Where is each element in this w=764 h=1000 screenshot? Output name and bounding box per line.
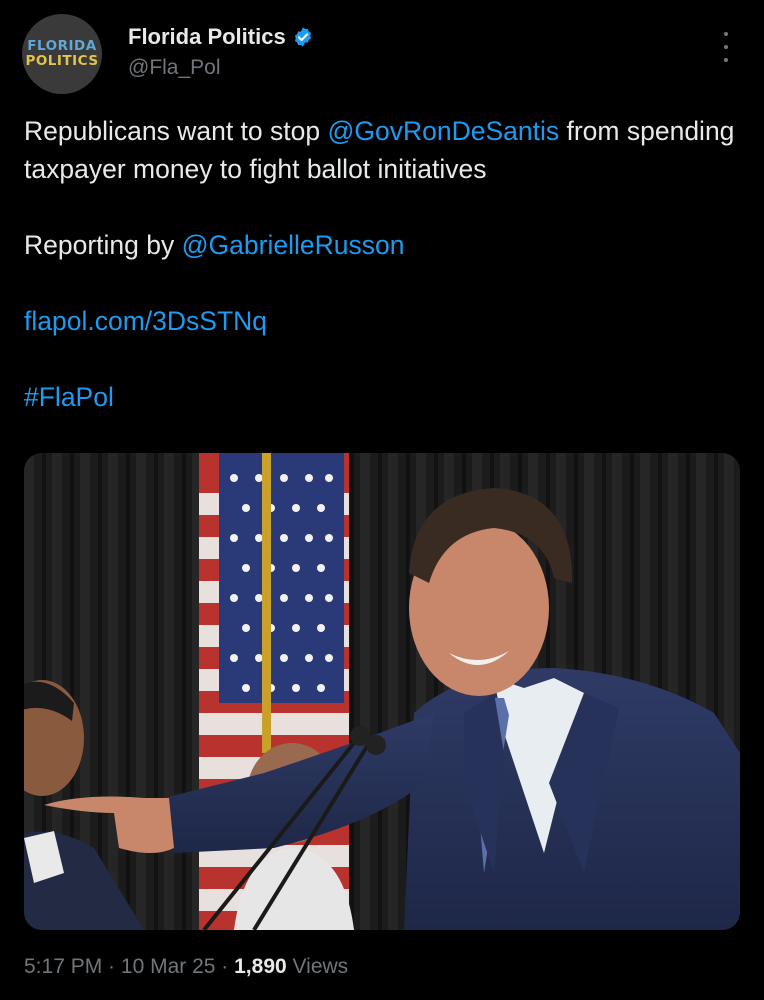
tweet-paragraph-reporting: Reporting by @GabrielleRusson: [24, 226, 740, 264]
photo-illustration: [24, 453, 740, 930]
verified-badge-icon: [292, 26, 314, 48]
author-display-name[interactable]: Florida Politics: [128, 24, 286, 50]
tweet-date[interactable]: 10 Mar 25: [121, 955, 216, 978]
views-label: Views: [286, 955, 349, 978]
tweet-text-part1: Republicans want to stop: [24, 116, 328, 146]
tweet-paragraph-hashtag: #FlaPol: [24, 378, 740, 416]
views-count: 1,890: [234, 955, 287, 978]
hashtag-link[interactable]: #FlaPol: [24, 382, 114, 412]
tweet-meta: 5:17 PM · 10 Mar 25 · 1,890 Views: [24, 955, 348, 979]
tweet-paragraph-link: flapol.com/3DsSTNq: [24, 302, 740, 340]
article-link[interactable]: flapol.com/3DsSTNq: [24, 306, 267, 336]
tweet-time[interactable]: 5:17 PM: [24, 955, 102, 978]
author-handle[interactable]: @Fla_Pol: [128, 56, 221, 80]
tweet-text: Republicans want to stop @GovRonDeSantis…: [24, 112, 740, 416]
reporting-prefix: Reporting by: [24, 230, 182, 260]
meta-separator-2: ·: [215, 955, 235, 978]
author-name-row: Florida Politics: [128, 24, 314, 50]
meta-separator-1: ·: [102, 955, 121, 978]
more-options-icon[interactable]: [714, 32, 738, 62]
tweet-photo[interactable]: [24, 453, 740, 930]
mention-governor-link[interactable]: @GovRonDeSantis: [327, 116, 559, 146]
avatar-logo-line2: POLITICS: [25, 53, 99, 69]
mention-reporter-link[interactable]: @GabrielleRusson: [182, 230, 405, 260]
tweet-paragraph-main: Republicans want to stop @GovRonDeSantis…: [24, 112, 740, 188]
avatar-logo-line1: FLORIDA: [27, 38, 97, 54]
profile-avatar[interactable]: FLORIDA POLITICS: [22, 14, 102, 94]
